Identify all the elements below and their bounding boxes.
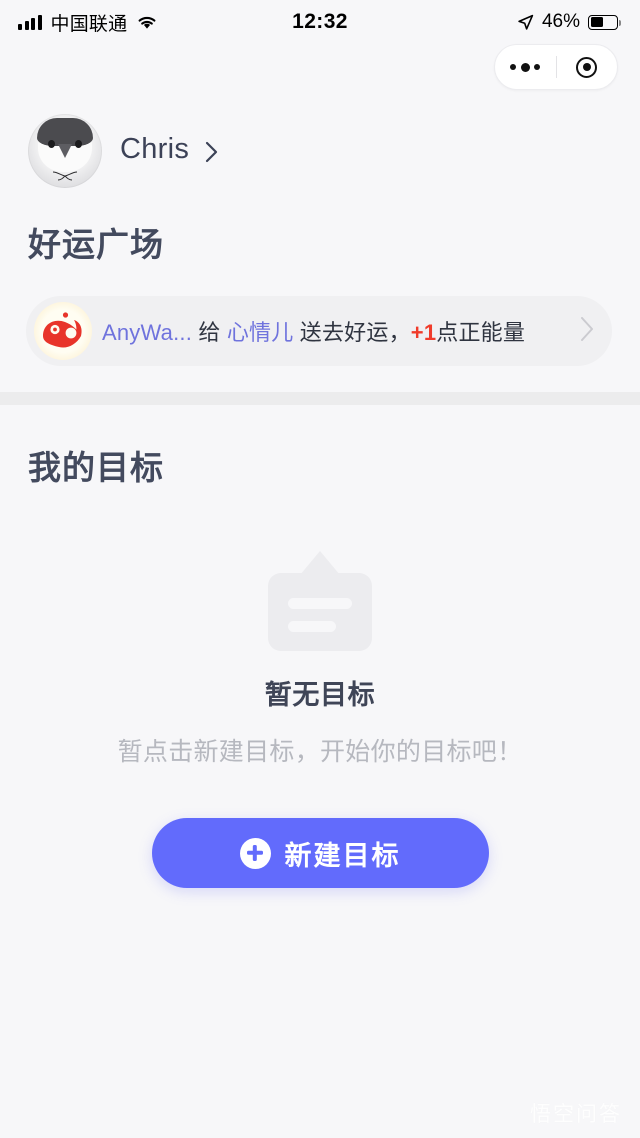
goals-heading: 我的目标 bbox=[28, 449, 164, 486]
banner-bonus-suffix: 点正能量 bbox=[436, 320, 526, 345]
signal-bars-icon bbox=[18, 14, 42, 30]
koi-fish-avatar bbox=[34, 302, 92, 360]
capsule-close-button[interactable] bbox=[557, 45, 618, 89]
capsule-row bbox=[0, 44, 640, 100]
banner-bonus: +1 bbox=[410, 320, 437, 345]
chevron-right-icon bbox=[578, 314, 596, 349]
empty-title: 暂无目标 bbox=[264, 680, 376, 710]
chevron-right-icon bbox=[204, 140, 219, 169]
banner-text: AnyWa... 给 心情儿 送去好运，+1点正能量 bbox=[102, 315, 572, 347]
target-circle-icon bbox=[576, 56, 598, 78]
username-label: Chris bbox=[120, 133, 190, 166]
watermark: 悟空问答 bbox=[530, 1098, 622, 1128]
empty-subtitle: 暂点击新建目标，开始你的目标吧！ bbox=[117, 738, 523, 766]
banner-sender: AnyWa... bbox=[102, 320, 193, 345]
section-divider bbox=[0, 392, 640, 405]
penguin-avatar bbox=[28, 114, 102, 188]
miniprogram-capsule[interactable] bbox=[494, 44, 618, 90]
status-bar-left: 中国联通 bbox=[18, 9, 158, 36]
location-arrow-icon bbox=[517, 14, 534, 31]
plus-circle-icon bbox=[239, 837, 271, 869]
capsule-menu-button[interactable] bbox=[495, 45, 556, 89]
battery-icon bbox=[588, 14, 622, 30]
cta-wrap: 新建目标 bbox=[0, 818, 640, 888]
banner-receiver: 心情儿 bbox=[226, 320, 294, 345]
plaza-banner-wrap: AnyWa... 给 心情儿 送去好运，+1点正能量 bbox=[0, 266, 640, 366]
banner-verb: 给 bbox=[198, 320, 221, 345]
battery-percent: 46% bbox=[541, 11, 580, 32]
clipboard-empty-icon bbox=[268, 551, 372, 651]
status-bar: 中国联通 12:32 46% bbox=[0, 0, 640, 44]
goals-empty-state: 暂无目标 暂点击新建目标，开始你的目标吧！ 新建目标 bbox=[0, 489, 640, 888]
new-goal-button[interactable]: 新建目标 bbox=[151, 818, 489, 888]
plaza-heading: 好运广场 bbox=[28, 226, 164, 263]
status-bar-right: 46% bbox=[517, 11, 622, 33]
carrier-name: 中国联通 bbox=[50, 13, 128, 35]
more-dots-icon bbox=[510, 62, 541, 72]
watermark-text: 悟空问答 bbox=[530, 1103, 622, 1126]
luck-banner[interactable]: AnyWa... 给 心情儿 送去好运，+1点正能量 bbox=[26, 296, 612, 366]
profile-row[interactable]: Chris bbox=[0, 100, 640, 190]
new-goal-button-label: 新建目标 bbox=[284, 840, 401, 871]
wifi-icon bbox=[136, 14, 158, 30]
banner-action: 送去好运， bbox=[299, 320, 411, 345]
profile-name-group[interactable]: Chris bbox=[120, 133, 219, 168]
